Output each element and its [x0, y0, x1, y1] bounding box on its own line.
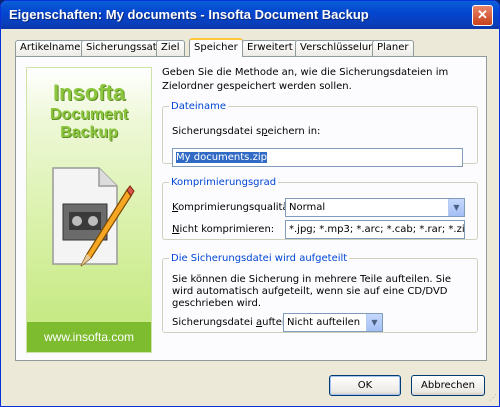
cancel-button[interactable]: Abbrechen: [411, 375, 485, 396]
product-banner: Insofta Document Backup www.insofta.com: [26, 67, 152, 353]
tab-artikelname[interactable]: Artikelname: [15, 40, 86, 56]
split-select[interactable]: Nicht aufteilen ▼: [283, 313, 383, 332]
compression-level-label: Komprimierungsqualität:: [172, 202, 296, 213]
tab-erweitert[interactable]: Erweitert: [242, 40, 298, 56]
tab-ziel[interactable]: Ziel: [156, 40, 185, 56]
resize-grip-icon[interactable]: ⋰: [485, 392, 497, 404]
compression-group: Komprimierungsgrad Komprimierungsqualitä…: [162, 177, 478, 240]
tab-speicher[interactable]: Speicher: [189, 38, 243, 57]
compression-group-legend: Komprimierungsgrad: [171, 177, 277, 188]
window-title: Eigenschaften: My documents - Insofta Do…: [9, 7, 369, 22]
logo-line-3: Backup: [60, 124, 118, 141]
tab-sicherungssatz[interactable]: Sicherungssatz: [81, 40, 167, 56]
exclude-extensions-input[interactable]: *.jpg; *.mp3; *.arc; *.cab; *.rar; *.zip…: [285, 220, 465, 239]
backup-filename-input[interactable]: My documents.zip: [172, 148, 463, 167]
document-pencil-icon: [52, 167, 135, 267]
split-description: Sie können die Sicherung in mehrere Teil…: [172, 274, 452, 309]
save-to-label: Sicherungsdatei speichern in:: [172, 126, 321, 137]
tab-panel-speicher: Insofta Document Backup www.insofta.com …: [15, 56, 487, 361]
split-group-legend: Die Sicherungsdatei wird aufgeteilt: [171, 253, 348, 264]
split-label: Sicherungsdatei aufteilen: [172, 317, 300, 328]
ok-button[interactable]: OK: [329, 375, 401, 396]
banner-website: www.insofta.com: [27, 322, 151, 352]
title-bar[interactable]: Eigenschaften: My documents - Insofta Do…: [1, 1, 499, 29]
exclude-label: Nicht komprimieren:: [172, 224, 275, 235]
split-group: Die Sicherungsdatei wird aufgeteilt Sie …: [162, 253, 478, 333]
filename-group-legend: Dateiname: [171, 101, 227, 112]
logo-line-1: Insofta: [52, 80, 126, 105]
compression-level-value: Normal: [289, 202, 326, 213]
backup-filename-value: My documents.zip: [176, 152, 267, 163]
tab-planer[interactable]: Planer: [372, 40, 414, 56]
logo-line-2: Document: [49, 106, 129, 123]
split-value: Nicht aufteilen: [287, 317, 361, 328]
filename-group: Dateiname Sicherungsdatei speichern in: …: [162, 101, 478, 167]
chevron-down-icon[interactable]: ▼: [366, 314, 382, 331]
compression-level-select[interactable]: Normal ▼: [285, 198, 465, 217]
intro-text: Geben Sie die Methode an, wie die Sicher…: [162, 67, 449, 92]
close-button[interactable]: ✕: [472, 5, 493, 26]
properties-dialog: Eigenschaften: My documents - Insofta Do…: [0, 0, 500, 407]
chevron-down-icon[interactable]: ▼: [448, 199, 464, 216]
